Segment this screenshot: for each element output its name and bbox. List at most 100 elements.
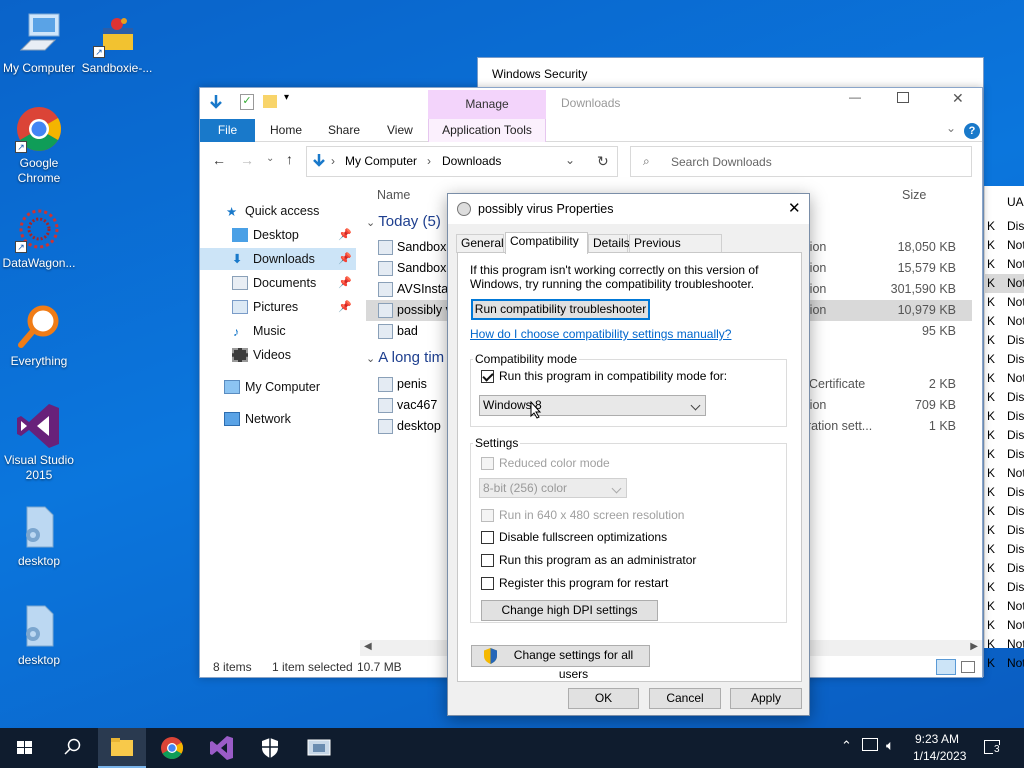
scroll-right-icon[interactable]: ▶ xyxy=(970,641,978,652)
security-row[interactable]: K Dis xyxy=(985,331,1024,350)
security-row[interactable]: K Not xyxy=(985,255,1024,274)
notification-center-icon[interactable]: 3 xyxy=(984,740,1001,755)
address-dropdown-icon[interactable]: ⌄ xyxy=(565,153,575,167)
help-icon[interactable]: ? xyxy=(964,123,980,139)
nav-downloads[interactable]: ⬇ Downloads 📌 xyxy=(200,248,356,270)
security-row[interactable]: K Dis xyxy=(985,445,1024,464)
security-row[interactable]: K Dis xyxy=(985,407,1024,426)
security-row[interactable]: K Not xyxy=(985,312,1024,331)
apply-button[interactable]: Apply xyxy=(730,688,802,709)
address-bar[interactable]: › My Computer › Downloads ⌄ ↻ xyxy=(306,146,618,177)
desktop-icon-my-computer[interactable]: My Computer xyxy=(0,10,78,76)
desktop-icon-desktop-ini-2[interactable]: desktop xyxy=(0,602,78,668)
security-row[interactable]: K Dis xyxy=(985,217,1024,236)
nav-documents[interactable]: Documents 📌 xyxy=(200,272,356,294)
pin-icon[interactable]: 📌 xyxy=(338,296,352,318)
breadcrumb-my-computer[interactable]: My Computer xyxy=(345,154,417,168)
close-icon[interactable]: ✕ xyxy=(952,90,964,107)
dialog-close-icon[interactable]: ✕ xyxy=(788,194,801,224)
tab-view[interactable]: View xyxy=(387,119,413,142)
run-as-admin-checkbox[interactable] xyxy=(481,554,494,567)
security-row[interactable]: K Not xyxy=(985,635,1024,654)
taskbar-visual-studio[interactable] xyxy=(197,728,245,768)
security-row[interactable]: K Not xyxy=(985,274,1024,293)
security-row[interactable]: K Dis xyxy=(985,559,1024,578)
run-troubleshooter-button[interactable]: Run compatibility troubleshooter xyxy=(471,299,650,320)
desktop-icon-visual-studio[interactable]: Visual Studio 2015 xyxy=(0,402,78,483)
security-row[interactable]: K Dis xyxy=(985,521,1024,540)
clock-date[interactable]: 1/14/2023 xyxy=(913,749,966,763)
run-640-checkbox[interactable] xyxy=(481,509,494,522)
security-row[interactable]: K Not xyxy=(985,236,1024,255)
network-tray-icon[interactable] xyxy=(862,738,878,751)
change-all-users-button[interactable]: Change settings for all users xyxy=(471,645,650,681)
nav-videos[interactable]: Videos xyxy=(200,344,356,366)
tab-file[interactable]: File xyxy=(200,119,255,142)
security-row[interactable]: K Dis xyxy=(985,540,1024,559)
tray-chevron-up-icon[interactable]: ⌃ xyxy=(841,738,852,754)
taskbar-file-explorer[interactable] xyxy=(98,728,146,768)
security-row[interactable]: K Not xyxy=(985,654,1024,673)
nav-network[interactable]: Network xyxy=(200,408,356,430)
nav-desktop[interactable]: Desktop 📌 xyxy=(200,224,356,246)
tab-previous-versions[interactable]: Previous Versions xyxy=(629,234,722,267)
security-row[interactable]: K Not xyxy=(985,369,1024,388)
up-arrow-icon[interactable]: ↑ xyxy=(286,151,293,167)
nav-quick-access[interactable]: ★ Quick access xyxy=(200,200,356,222)
taskbar-app[interactable] xyxy=(295,728,343,768)
details-view-icon[interactable] xyxy=(936,659,956,675)
properties-check-icon[interactable]: ✓ xyxy=(240,94,254,110)
nav-my-computer[interactable]: My Computer xyxy=(200,376,356,398)
desktop-icon-sandboxie[interactable]: ↗ Sandboxie-... xyxy=(78,10,156,76)
security-row[interactable]: K Dis xyxy=(985,483,1024,502)
pin-icon[interactable]: 📌 xyxy=(338,272,352,294)
search-input[interactable]: ⌕ Search Downloads xyxy=(630,146,972,177)
desktop-icon-chrome[interactable]: ↗ Google Chrome xyxy=(0,105,78,186)
tab-details[interactable]: Details xyxy=(588,234,630,253)
disable-fullscreen-checkbox[interactable] xyxy=(481,531,494,544)
security-row[interactable]: K Dis xyxy=(985,388,1024,407)
nav-music[interactable]: ♪ Music xyxy=(200,320,356,342)
breadcrumb-downloads[interactable]: Downloads xyxy=(442,154,501,168)
security-row[interactable]: K Not xyxy=(985,293,1024,312)
compat-os-select[interactable]: Windows 8 xyxy=(479,395,706,416)
compat-mode-checkbox[interactable] xyxy=(481,370,494,383)
properties-dialog[interactable]: possibly virus Properties ✕ General Comp… xyxy=(447,193,810,716)
tab-compatibility[interactable]: Compatibility xyxy=(505,232,588,254)
security-row[interactable]: K Dis xyxy=(985,502,1024,521)
nav-pictures[interactable]: Pictures 📌 xyxy=(200,296,356,318)
security-row[interactable]: K Not xyxy=(985,616,1024,635)
new-folder-icon[interactable] xyxy=(263,95,277,108)
security-row[interactable]: K Not xyxy=(985,597,1024,616)
security-row[interactable]: K Not xyxy=(985,464,1024,483)
register-restart-checkbox[interactable] xyxy=(481,577,494,590)
pin-icon[interactable]: 📌 xyxy=(338,248,352,270)
customize-arrow-icon[interactable]: ▾ xyxy=(284,92,289,103)
security-row[interactable]: K Dis xyxy=(985,350,1024,369)
desktop-icon-everything[interactable]: Everything xyxy=(0,303,78,369)
change-dpi-button[interactable]: Change high DPI settings xyxy=(481,600,658,621)
refresh-icon[interactable]: ↻ xyxy=(597,153,609,170)
recent-chevron-icon[interactable]: ⌄ xyxy=(266,153,274,164)
tab-application-tools[interactable]: Application Tools xyxy=(428,119,546,142)
large-icons-view-icon[interactable] xyxy=(961,661,975,673)
security-row[interactable]: K Dis xyxy=(985,578,1024,597)
column-header-name[interactable]: Name xyxy=(377,188,410,202)
cancel-button[interactable]: Cancel xyxy=(649,688,721,709)
clock-time[interactable]: 9:23 AM xyxy=(915,732,959,746)
ok-button[interactable]: OK xyxy=(568,688,639,709)
maximize-icon[interactable] xyxy=(897,92,909,103)
ribbon-expand-chevron-icon[interactable]: ⌄ xyxy=(946,121,956,135)
security-row[interactable]: K Dis xyxy=(985,426,1024,445)
tab-general[interactable]: General xyxy=(456,234,504,253)
group-header-long-time[interactable]: ⌄ A long tim xyxy=(366,349,444,366)
search-taskbar-button[interactable] xyxy=(48,728,96,768)
start-button[interactable] xyxy=(0,728,48,768)
back-arrow-icon[interactable]: ← xyxy=(212,152,226,168)
reduced-color-checkbox[interactable] xyxy=(481,457,494,470)
desktop-icon-desktop-ini-1[interactable]: desktop xyxy=(0,503,78,569)
compat-help-link[interactable]: How do I choose compatibility settings m… xyxy=(470,327,731,341)
minimize-icon[interactable]: — xyxy=(840,90,870,104)
taskbar-chrome[interactable] xyxy=(148,728,196,768)
taskbar-windows-security[interactable] xyxy=(246,728,294,768)
